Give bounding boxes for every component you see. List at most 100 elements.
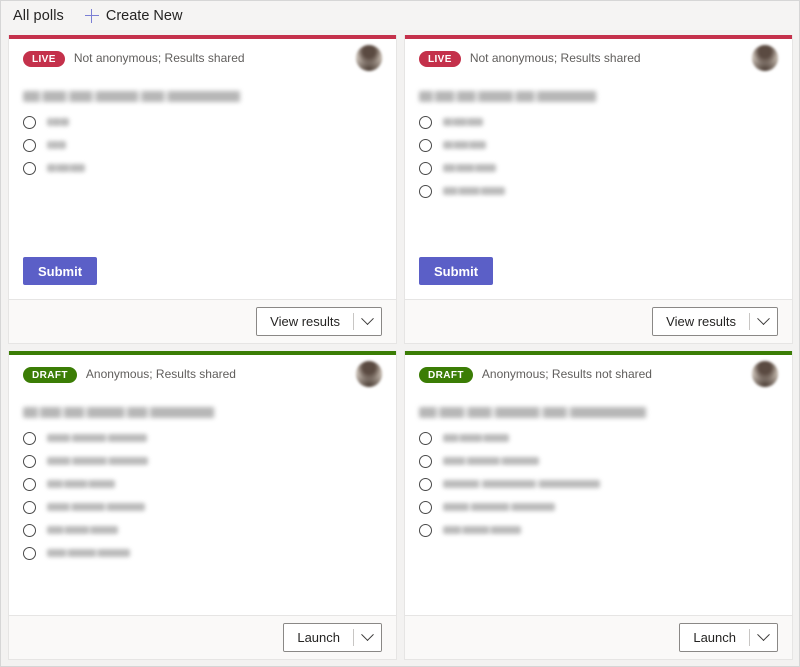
poll-option[interactable] [419,184,778,198]
chevron-glyph [757,628,770,642]
card-footer: View results [405,299,792,343]
radio-button-icon[interactable] [23,161,36,175]
card-footer: View results [9,299,396,343]
chevron-glyph [757,312,770,326]
poll-question [419,91,597,102]
poll-card: LIVE Not anonymous; Results shared Submit V… [404,35,793,344]
view-results-button[interactable]: View results [257,308,353,335]
poll-option[interactable] [419,477,778,491]
radio-button-icon[interactable] [23,454,36,468]
radio-button-icon[interactable] [23,115,36,129]
poll-settings-text: Not anonymous; Results shared [73,51,245,65]
poll-option[interactable] [23,500,382,514]
radio-button-icon[interactable] [23,523,36,537]
card-header: DRAFT Anonymous; Results shared [23,361,382,387]
page-title: All polls [13,7,64,24]
radio-button-icon[interactable] [419,500,432,514]
poll-option-label [47,118,69,126]
radio-button-icon[interactable] [23,546,36,560]
poll-card: DRAFT Anonymous; Results not shared Launch [404,351,793,660]
create-new-button[interactable]: Create New [82,6,186,26]
poll-option[interactable] [419,431,778,445]
radio-button-icon[interactable] [419,138,432,152]
poll-options-list [23,115,382,175]
poll-option-label [443,434,509,442]
poll-option[interactable] [23,523,382,537]
radio-button-icon[interactable] [23,431,36,445]
poll-option-label [443,503,555,511]
chevron-down-icon[interactable] [750,308,777,335]
poll-settings-text: Anonymous; Results shared [85,367,236,381]
poll-option-label [47,434,147,442]
avatar[interactable] [752,45,778,71]
poll-option-label [443,526,521,534]
status-badge: DRAFT [23,367,77,383]
radio-button-icon[interactable] [419,161,432,175]
card-body: DRAFT Anonymous; Results not shared [405,355,792,615]
poll-option-label [443,457,539,465]
radio-button-icon[interactable] [419,523,432,537]
radio-button-icon[interactable] [419,184,432,198]
poll-option-label [47,480,115,488]
chevron-down-icon[interactable] [750,624,777,651]
poll-question [419,407,647,418]
poll-option[interactable] [419,161,778,175]
radio-button-icon[interactable] [23,138,36,152]
avatar[interactable] [356,361,382,387]
poll-option[interactable] [419,500,778,514]
poll-option-label [47,141,66,149]
footer-split-button[interactable]: Launch [283,623,382,652]
footer-split-button[interactable]: View results [256,307,382,336]
footer-split-button[interactable]: Launch [679,623,778,652]
create-new-label: Create New [105,7,183,24]
poll-options-list [419,431,778,537]
radio-button-icon[interactable] [419,115,432,129]
poll-option[interactable] [23,115,382,129]
submit-button[interactable]: Submit [23,257,97,285]
poll-option-label [47,457,148,465]
avatar[interactable] [752,361,778,387]
card-body: LIVE Not anonymous; Results shared Submit [405,39,792,299]
card-body: DRAFT Anonymous; Results shared [9,355,396,615]
submit-button[interactable]: Submit [419,257,493,285]
poll-option[interactable] [23,161,382,175]
footer-split-button[interactable]: View results [652,307,778,336]
poll-option[interactable] [23,138,382,152]
chevron-glyph [361,312,374,326]
poll-option[interactable] [23,454,382,468]
poll-card: DRAFT Anonymous; Results shared Launch [8,351,397,660]
radio-button-icon[interactable] [23,500,36,514]
poll-option-label [47,503,145,511]
poll-option-label [443,187,505,195]
poll-option[interactable] [419,454,778,468]
poll-option[interactable] [23,546,382,560]
poll-settings-text: Anonymous; Results not shared [481,367,652,381]
radio-button-icon[interactable] [23,477,36,491]
poll-option[interactable] [23,431,382,445]
card-body: LIVE Not anonymous; Results shared Submit [9,39,396,299]
polls-grid: LIVE Not anonymous; Results shared Submit V… [1,30,799,666]
chevron-down-icon[interactable] [354,624,381,651]
launch-button[interactable]: Launch [284,624,353,651]
view-results-button[interactable]: View results [653,308,749,335]
chevron-down-icon[interactable] [354,308,381,335]
poll-option[interactable] [419,138,778,152]
poll-card: LIVE Not anonymous; Results shared Submit V… [8,35,397,344]
poll-settings-text: Not anonymous; Results shared [469,51,641,65]
poll-option[interactable] [419,115,778,129]
avatar[interactable] [356,45,382,71]
radio-button-icon[interactable] [419,454,432,468]
card-footer: Launch [405,615,792,659]
poll-option-label [443,141,486,149]
card-footer: Launch [9,615,396,659]
launch-button[interactable]: Launch [680,624,749,651]
poll-option[interactable] [419,523,778,537]
poll-option[interactable] [23,477,382,491]
poll-option-label [443,164,496,172]
status-badge: LIVE [419,51,461,67]
poll-option-label [47,526,118,534]
poll-option-label [47,164,85,172]
radio-button-icon[interactable] [419,477,432,491]
poll-option-label [443,480,600,488]
radio-button-icon[interactable] [419,431,432,445]
